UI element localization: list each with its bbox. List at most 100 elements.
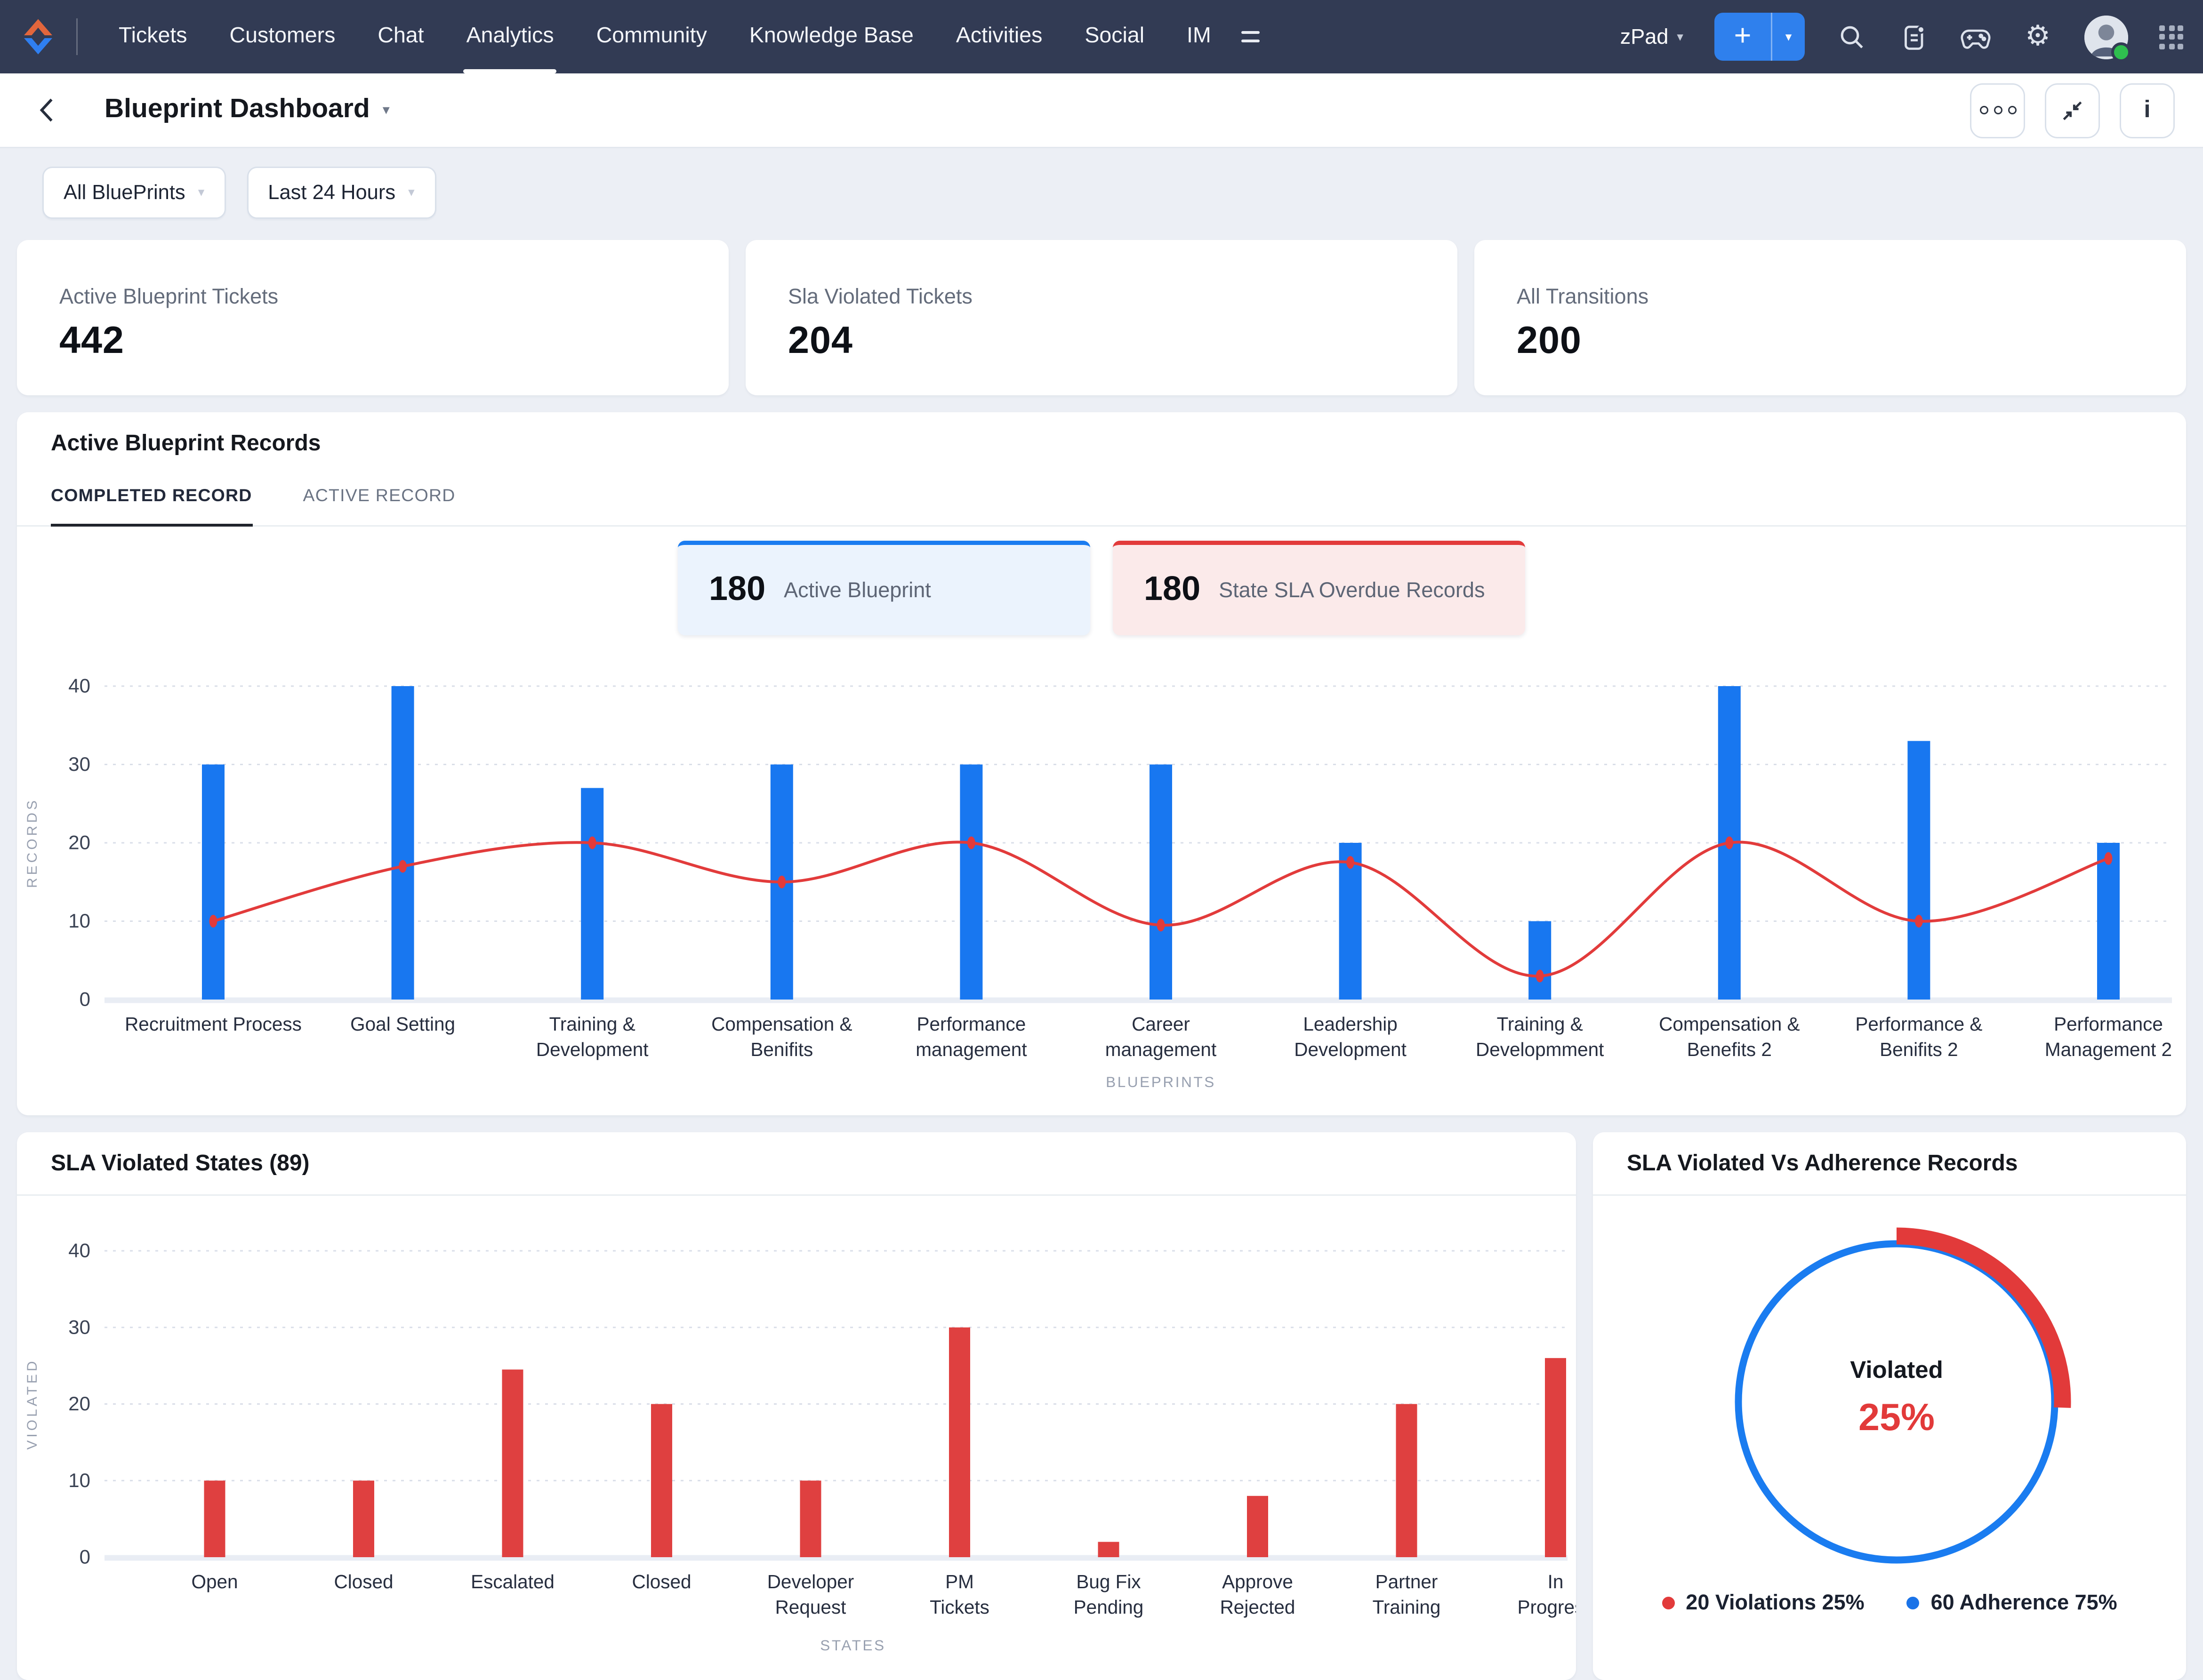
blueprint-records-chart[interactable]: 0 10 20 30 40 RECORDS Recruitment Process Goal …	[17, 661, 2186, 1105]
page-title: Blueprint Dashboard	[105, 95, 370, 124]
app-logo-icon[interactable]	[20, 16, 56, 58]
svg-text:PartnerTraining: Partner Training	[1373, 1571, 1441, 1618]
user-avatar[interactable]	[2084, 15, 2131, 62]
kpi-value: 204	[788, 319, 853, 361]
svg-text:Escalated: Escalated	[471, 1571, 555, 1592]
nav-item-im[interactable]: IM	[1187, 0, 1211, 73]
svg-text:Performance &Benifits 2: Performance & Benifits 2	[1855, 1013, 1982, 1060]
nav-item-knowledge-base[interactable]: Knowledge Base	[749, 0, 914, 73]
department-label: zPad	[1620, 24, 1669, 49]
kpi-value: 442	[59, 319, 124, 361]
svg-text:BLUEPRINTS: BLUEPRINTS	[1106, 1073, 1216, 1090]
svg-text:ApproveRejected: Approve Rejected	[1220, 1571, 1295, 1618]
violated-vs-adherence-donut[interactable]: Violated 25%	[1593, 1196, 2186, 1588]
records-panel: Active Blueprint Records COMPLETED RECOR…	[17, 412, 2186, 1115]
donut-legend: 20 Violations 25% 60 Adherence 75%	[1593, 1591, 2186, 1615]
kpi-card-all-transitions[interactable]: All Transitions 200	[1474, 240, 2186, 395]
stat-value: 180	[1144, 570, 1201, 608]
nav-divider	[76, 18, 78, 55]
svg-text:40: 40	[68, 1240, 90, 1262]
collapse-button[interactable]	[2045, 82, 2100, 138]
svg-text:RECORDS: RECORDS	[24, 798, 40, 888]
svg-text:Open: Open	[191, 1571, 238, 1592]
kpi-label: Active Blueprint Tickets	[59, 285, 279, 309]
svg-text:Training &Developmment: Training & Developmment	[1476, 1013, 1604, 1060]
gamescope-icon[interactable]	[1960, 21, 1991, 52]
add-record-button[interactable]: + ▾	[1714, 13, 1805, 61]
svg-text:PMTickets: PM Tickets	[930, 1571, 989, 1618]
nav-item-chat[interactable]: Chat	[378, 0, 424, 73]
records-stats-row: 180 Active Blueprint 180 State SLA Overdue …	[17, 541, 2186, 635]
feeds-icon[interactable]	[1898, 21, 1929, 52]
svg-text:30: 30	[68, 753, 90, 775]
svg-text:Compensation &Benifits: Compensation & Benifits	[711, 1013, 852, 1060]
online-status-dot	[2111, 41, 2131, 62]
stat-value: 180	[709, 570, 766, 608]
kpi-card-sla-violated-tickets[interactable]: Sla Violated Tickets 204	[746, 240, 1457, 395]
donut-panel-title: SLA Violated Vs Adherence Records	[1593, 1132, 2186, 1196]
app-launcher-icon[interactable]	[2159, 24, 2183, 49]
kpi-card-active-blueprint-tickets[interactable]: Active Blueprint Tickets 442	[17, 240, 729, 395]
states-panel-title: SLA Violated States (89)	[17, 1132, 1576, 1196]
filter-all-blueprints[interactable]: All BluePrints ▾	[42, 167, 226, 219]
nav-right: zPad ▾ + ▾ ⚙	[1620, 13, 2183, 62]
sla-violated-states-chart[interactable]: 0 10 20 30 40 VIOLATED Open Closed Escalated Clos…	[17, 1204, 1576, 1670]
nav-item-customers[interactable]: Customers	[230, 0, 336, 73]
legend-text: 60 Adherence 75%	[1930, 1591, 2117, 1615]
svg-text:STATES: STATES	[820, 1637, 885, 1654]
chevron-down-icon: ▾	[1677, 29, 1683, 43]
filter-last-24-hours[interactable]: Last 24 Hours ▾	[247, 167, 436, 219]
stat-box-active-blueprint[interactable]: 180 Active Blueprint	[678, 541, 1090, 635]
plus-icon[interactable]: +	[1714, 13, 1771, 61]
filter-bar: All BluePrints ▾ Last 24 Hours ▾	[0, 148, 2203, 236]
svg-text:25%: 25%	[1858, 1396, 1935, 1439]
filter-label: All BluePrints	[64, 181, 185, 204]
legend-item-60-adherence-75[interactable]: 60 Adherence 75%	[1906, 1591, 2117, 1615]
back-button[interactable]	[37, 95, 68, 126]
chevron-down-icon: ▾	[198, 185, 205, 199]
svg-text:Bug FixPending: Bug Fix Pending	[1074, 1571, 1144, 1618]
more-options-button[interactable]	[1970, 82, 2025, 138]
legend-dot-icon	[1906, 1597, 1920, 1609]
svg-text:Careermanagement: Career management	[1105, 1013, 1216, 1060]
search-icon[interactable]	[1836, 21, 1867, 52]
svg-text:LeadershipDevelopment: Leadership Development	[1294, 1013, 1407, 1060]
records-tabs: COMPLETED RECORD ACTIVE RECORD	[17, 486, 2186, 527]
header-actions: i	[1970, 82, 2175, 138]
svg-text:Performancemanagement: Performance management	[916, 1013, 1027, 1060]
stat-box-state-sla-overdue-records[interactable]: 180 State SLA Overdue Records	[1113, 541, 1525, 635]
nav-item-community[interactable]: Community	[596, 0, 707, 73]
nav-item-analytics[interactable]: Analytics	[463, 0, 557, 73]
top-nav: Tickets Customers Chat Analytics Community Kn…	[0, 0, 2203, 73]
svg-text:Recruitment Process: Recruitment Process	[125, 1013, 302, 1035]
add-dropdown-arrow[interactable]: ▾	[1771, 13, 1805, 61]
svg-text:20: 20	[68, 832, 90, 854]
tab-active-record[interactable]: ACTIVE RECORD	[303, 486, 456, 527]
kpi-row: Active Blueprint Tickets 442 Sla Violated …	[17, 240, 2186, 395]
sla-violated-states-panel: SLA Violated States (89) 0 10 20 30 40 VIOLAT…	[17, 1132, 1576, 1680]
page-header: Blueprint Dashboard ▾ i	[0, 73, 2203, 148]
bottom-row: SLA Violated States (89) 0 10 20 30 40 VIOLAT…	[17, 1132, 2186, 1680]
nav-menu: Tickets Customers Chat Analytics Community Kn…	[97, 0, 1232, 73]
svg-text:Compensation &Benefits 2: Compensation & Benefits 2	[1659, 1013, 1800, 1060]
filter-label: Last 24 Hours	[268, 181, 396, 204]
department-selector[interactable]: zPad ▾	[1620, 25, 1683, 49]
tab-completed-record[interactable]: COMPLETED RECORD	[51, 486, 252, 527]
app-root: Tickets Customers Chat Analytics Community Kn…	[0, 0, 2203, 1680]
info-button[interactable]: i	[2120, 82, 2175, 138]
nav-item-tickets[interactable]: Tickets	[119, 0, 187, 73]
legend-dot-icon	[1662, 1597, 1675, 1609]
nav-item-social[interactable]: Social	[1085, 0, 1144, 73]
more-menus-icon[interactable]	[1240, 31, 1259, 42]
svg-text:40: 40	[68, 675, 90, 697]
legend-item-20-violations-25[interactable]: 20 Violations 25%	[1662, 1591, 1865, 1615]
svg-text:30: 30	[68, 1316, 90, 1338]
svg-text:Closed: Closed	[334, 1571, 393, 1592]
svg-text:0: 0	[80, 1546, 90, 1568]
svg-text:Training &Development: Training & Development	[536, 1013, 649, 1060]
title-dropdown-icon[interactable]: ▾	[383, 103, 390, 118]
svg-text:10: 10	[68, 1469, 90, 1491]
svg-text:10: 10	[68, 910, 90, 932]
settings-gear-icon[interactable]: ⚙	[2022, 21, 2053, 52]
nav-item-activities[interactable]: Activities	[956, 0, 1042, 73]
